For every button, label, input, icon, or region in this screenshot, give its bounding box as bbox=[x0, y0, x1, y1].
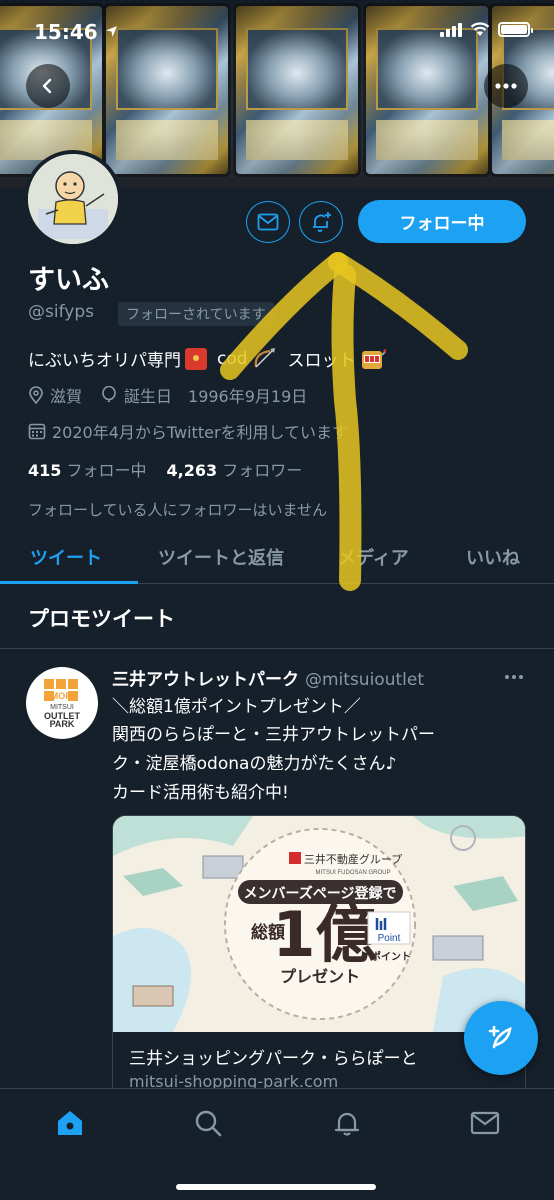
mitsui-outlet-avatar[interactable]: MOP MITSUI OUTLET PARK bbox=[26, 667, 98, 739]
bell-icon bbox=[334, 1112, 360, 1136]
follows-you-badge: フォローされています bbox=[118, 302, 274, 326]
promo-banner-image: 三井不動産グループ MITSUI FUDOSAN GROUP メンバーズページ登… bbox=[113, 816, 525, 1032]
status-indicators bbox=[440, 22, 533, 37]
profile-bio: にぶいちオリパ専門 cod スロット bbox=[28, 346, 386, 371]
location-arrow-icon bbox=[105, 26, 117, 37]
location-text: 滋賀 bbox=[50, 387, 83, 406]
tweet-account-handle[interactable]: @mitsuioutlet bbox=[305, 670, 424, 690]
home-icon bbox=[58, 1111, 82, 1135]
slot-machine-emoji bbox=[361, 348, 386, 369]
following-link[interactable]: 415 フォロー中 bbox=[28, 457, 147, 481]
envelope-icon bbox=[257, 213, 279, 231]
tab-media[interactable]: メディア bbox=[338, 544, 409, 570]
bio-text: スロット bbox=[287, 351, 356, 371]
svg-text:Point: Point bbox=[378, 933, 401, 944]
svg-text:1億: 1億 bbox=[272, 898, 377, 971]
svg-text:プレゼント: プレゼント bbox=[280, 967, 360, 986]
more-dots-icon bbox=[495, 83, 517, 89]
bio-text: cod bbox=[217, 348, 248, 369]
avatar-illustration bbox=[28, 154, 118, 244]
nav-search[interactable] bbox=[192, 1107, 224, 1139]
battery-icon bbox=[498, 22, 533, 37]
envelope-icon bbox=[470, 1111, 500, 1135]
compose-tweet-button[interactable] bbox=[464, 1001, 538, 1075]
tweet-text-line: ＼総額1億ポイントプレゼント／ bbox=[112, 697, 361, 717]
mop-logo-icon: MOP bbox=[44, 678, 78, 701]
svg-text:MOP: MOP bbox=[51, 691, 72, 701]
birthday-text: 誕生日 1996年9月19日 bbox=[124, 387, 308, 406]
tab-tweets-and-replies[interactable]: ツイートと返信 bbox=[158, 544, 284, 570]
joined-text: 2020年4月からTwitterを利用しています bbox=[52, 423, 349, 442]
link-card-title: 三井ショッピングパーク・ららぽーと bbox=[129, 1049, 418, 1069]
active-tab-indicator bbox=[0, 581, 138, 584]
profile-avatar[interactable] bbox=[24, 150, 122, 248]
profile-handle: @sifyps bbox=[28, 302, 94, 322]
status-bar: 15:46 bbox=[0, 0, 554, 60]
joined-date: 2020年4月からTwitterを利用しています bbox=[28, 419, 348, 443]
nav-messages[interactable] bbox=[469, 1107, 501, 1139]
wifi-icon bbox=[470, 22, 490, 36]
following-button[interactable]: フォロー中 bbox=[358, 200, 526, 243]
compose-feather-icon bbox=[488, 1025, 512, 1049]
bow-and-arrow-emoji bbox=[254, 347, 275, 367]
status-time: 15:46 bbox=[34, 20, 118, 44]
follow-counts: 415 フォロー中 4,263 フォロワー bbox=[28, 457, 302, 481]
tab-tweets[interactable]: ツイート bbox=[30, 544, 102, 570]
svg-text:三井不動産グループ: 三井不動産グループ bbox=[304, 852, 402, 866]
profile-tabs: ツイート ツイートと返信 メディア いいね bbox=[0, 532, 554, 584]
chevron-left-icon bbox=[42, 78, 52, 94]
avatar-text: PARK bbox=[49, 718, 75, 729]
cellular-signal-icon bbox=[440, 22, 462, 37]
search-icon bbox=[195, 1110, 222, 1137]
more-dots-icon bbox=[505, 675, 523, 679]
promoted-tweets-header: プロモツイート bbox=[0, 585, 554, 649]
nav-home[interactable] bbox=[54, 1107, 86, 1139]
promoted-tweets-title: プロモツイート bbox=[28, 607, 175, 631]
tab-likes[interactable]: いいね bbox=[466, 544, 520, 570]
more-options-button[interactable] bbox=[484, 64, 528, 108]
home-indicator bbox=[176, 1184, 376, 1190]
tweet-account-name[interactable]: 三井アウトレットパーク bbox=[112, 670, 299, 690]
bio-text: にぶいちオリパ専門 bbox=[28, 351, 181, 371]
tweet-header: 三井アウトレットパーク @mitsuioutlet bbox=[112, 665, 424, 690]
tweet-text-line: 関西のららぽーと・三井アウトレットパー bbox=[112, 725, 435, 745]
balloon-icon bbox=[102, 386, 116, 402]
nav-notifications[interactable] bbox=[331, 1107, 363, 1139]
back-button[interactable] bbox=[26, 64, 70, 108]
followers-link[interactable]: 4,263 フォロワー bbox=[167, 457, 303, 481]
svg-text:MITSUI FUDOSAN GROUP: MITSUI FUDOSAN GROUP bbox=[315, 870, 390, 876]
red-envelope-emoji bbox=[185, 347, 207, 370]
bell-plus-icon bbox=[313, 212, 331, 232]
svg-text:ポイント: ポイント bbox=[371, 950, 411, 963]
link-preview-card[interactable]: 三井不動産グループ MITSUI FUDOSAN GROUP メンバーズページ登… bbox=[112, 815, 526, 1105]
tweet-text-line: ク・淀屋橋odonaの魅力がたくさん♪ bbox=[112, 754, 397, 774]
tweet-text-line: カード活用術も紹介中! bbox=[112, 783, 289, 803]
message-button[interactable] bbox=[246, 201, 290, 243]
notifications-subscribe-button[interactable] bbox=[299, 201, 343, 243]
tweet-more-button[interactable] bbox=[504, 664, 524, 685]
calendar-icon bbox=[28, 423, 46, 440]
location-pin-icon bbox=[29, 386, 43, 404]
followers-you-know-note: フォローしている人にフォロワーはいません bbox=[28, 501, 328, 519]
location-and-birthday: 滋賀 誕生日 1996年9月19日 bbox=[28, 383, 307, 407]
profile-name: すいふ bbox=[28, 265, 109, 296]
